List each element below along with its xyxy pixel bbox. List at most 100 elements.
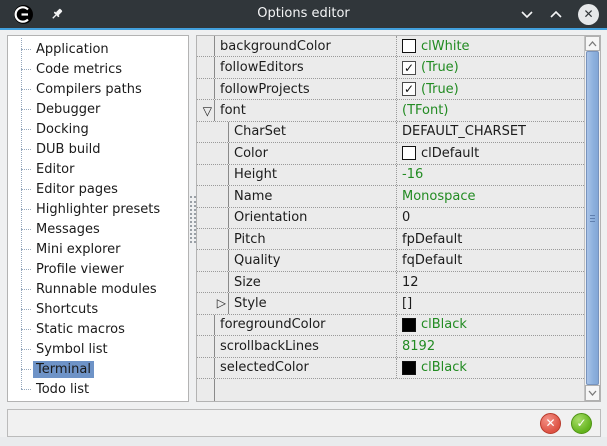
property-row-followProjects[interactable]: followProjects✓(True)	[197, 79, 584, 100]
sidebar-item-label: Highlighter presets	[33, 201, 163, 218]
sidebar-item-label: Static macros	[33, 321, 128, 338]
property-rows: backgroundColorclWhitefollowEditors✓(Tru…	[197, 36, 584, 379]
property-grid: backgroundColorclWhitefollowEditors✓(Tru…	[196, 35, 601, 402]
property-value[interactable]: ✓(True)	[396, 79, 584, 99]
property-value[interactable]: clDefault	[396, 143, 584, 163]
scroll-down-icon[interactable]	[585, 385, 600, 401]
property-value[interactable]: 12	[396, 272, 584, 292]
property-value[interactable]: (TFont)	[396, 100, 584, 120]
property-value[interactable]: []	[396, 293, 584, 313]
property-row-foregroundColor[interactable]: foregroundColorclBlack	[197, 315, 584, 336]
sidebar-item-application[interactable]: Application	[8, 39, 188, 59]
sidebar-item-editor-pages[interactable]: Editor pages	[8, 179, 188, 199]
cancel-button[interactable]: ✕	[540, 413, 561, 434]
category-panel: Application Code metricsCompilers pathsDe…	[7, 35, 189, 402]
row-gutter	[197, 229, 229, 249]
property-row-selectedColor[interactable]: selectedColorclBlack	[197, 358, 584, 379]
window-title: Options editor	[0, 6, 607, 21]
row-gutter	[197, 79, 215, 99]
sidebar-item-shortcuts[interactable]: Shortcuts	[8, 299, 188, 319]
property-label: Height	[229, 165, 396, 185]
sidebar-item-symbol-list[interactable]: Symbol list	[8, 339, 188, 359]
property-row-Name[interactable]: NameMonospace	[197, 186, 584, 207]
property-label: backgroundColor	[215, 36, 396, 56]
sidebar-item-editor[interactable]: Editor	[8, 159, 188, 179]
value-text: DEFAULT_CHARSET	[402, 124, 526, 139]
property-row-Orientation[interactable]: Orientation 0	[197, 208, 584, 229]
sidebar-item-label: Code metrics	[33, 61, 125, 78]
sidebar-item-mini-explorer[interactable]: Mini explorer	[8, 239, 188, 259]
sidebar-item-profile-viewer[interactable]: Profile viewer	[8, 259, 188, 279]
value-text: 0	[402, 210, 410, 225]
options-editor-window: Options editor ✕ Application Code metrics…	[0, 0, 607, 446]
collapse-triangle-icon[interactable]: ▽	[203, 105, 212, 117]
property-value[interactable]: 8192	[396, 336, 584, 356]
sidebar-item-dub-build[interactable]: DUB build	[8, 139, 188, 159]
property-value[interactable]: fpDefault	[396, 229, 584, 249]
expand-triangle-icon[interactable]: ▷	[217, 297, 226, 309]
property-value[interactable]: DEFAULT_CHARSET	[396, 122, 584, 142]
sidebar-item-highlighter-presets[interactable]: Highlighter presets	[8, 199, 188, 219]
checkbox-checked-icon[interactable]: ✓	[402, 82, 416, 96]
property-row-font[interactable]: ▽font(TFont)	[197, 100, 584, 121]
property-value[interactable]: 0	[396, 208, 584, 228]
maximize-chevron-up-icon[interactable]	[549, 10, 563, 19]
value-text: (True)	[421, 60, 459, 75]
property-value[interactable]: fqDefault	[396, 250, 584, 270]
sidebar-item-runnable-modules[interactable]: Runnable modules	[8, 279, 188, 299]
sidebar-item-debugger[interactable]: Debugger	[8, 99, 188, 119]
property-value[interactable]: clBlack	[396, 358, 584, 378]
property-row-Quality[interactable]: QualityfqDefault	[197, 250, 584, 271]
minimize-chevron-down-icon[interactable]	[520, 10, 534, 19]
row-gutter	[197, 336, 215, 356]
property-row-Height[interactable]: Height -16	[197, 165, 584, 186]
property-value[interactable]: ✓ (True)	[396, 57, 584, 77]
window-bottom-edge	[0, 437, 607, 446]
property-value[interactable]: clBlack	[396, 315, 584, 335]
property-row-Style[interactable]: ▷Style[]	[197, 293, 584, 314]
scrollbar-thumb[interactable]	[586, 51, 599, 385]
color-swatch[interactable]	[402, 318, 416, 332]
ok-button[interactable]: ✓	[571, 413, 592, 434]
sidebar-item-todo-list[interactable]: Todo list	[8, 379, 188, 399]
color-swatch[interactable]	[402, 146, 416, 160]
property-value[interactable]: clWhite	[396, 36, 584, 56]
sidebar-item-static-macros[interactable]: Static macros	[8, 319, 188, 339]
vertical-scrollbar[interactable]	[584, 36, 600, 401]
close-icon[interactable]: ✕	[578, 4, 599, 25]
property-row-Color[interactable]: ColorclDefault	[197, 143, 584, 164]
sidebar-item-label: Editor	[33, 161, 77, 178]
value-text: clWhite	[421, 39, 470, 54]
color-swatch[interactable]	[402, 361, 416, 375]
sidebar-item-messages[interactable]: Messages	[8, 219, 188, 239]
property-label: Size	[229, 272, 396, 292]
sidebar-item-label: Mini explorer	[33, 241, 124, 258]
row-gutter: ▷	[197, 293, 229, 313]
sidebar-item-docking[interactable]: Docking	[8, 119, 188, 139]
property-value[interactable]: Monospace	[396, 186, 584, 206]
property-row-backgroundColor[interactable]: backgroundColor clWhite	[197, 36, 584, 57]
property-value[interactable]: -16	[396, 165, 584, 185]
grid-empty-area	[197, 379, 584, 401]
row-gutter: ▽	[197, 100, 215, 120]
value-text: []	[402, 296, 412, 311]
property-row-CharSet[interactable]: CharSetDEFAULT_CHARSET	[197, 122, 584, 143]
property-row-Pitch[interactable]: PitchfpDefault	[197, 229, 584, 250]
property-label: selectedColor	[215, 358, 396, 378]
value-text: -16	[402, 167, 423, 182]
sidebar-item-code-metrics[interactable]: Code metrics	[8, 59, 188, 79]
value-text: fpDefault	[402, 232, 462, 247]
property-label: foregroundColor	[215, 315, 396, 335]
sidebar-item-compilers-paths[interactable]: Compilers paths	[8, 79, 188, 99]
checkbox-checked-icon[interactable]: ✓	[402, 61, 416, 75]
property-label: Orientation	[229, 208, 396, 228]
sidebar-item-terminal[interactable]: Terminal	[8, 359, 188, 379]
row-gutter	[197, 57, 215, 77]
scroll-up-icon[interactable]	[585, 36, 600, 51]
row-gutter	[197, 272, 229, 292]
property-row-scrollbackLines[interactable]: scrollbackLines8192	[197, 336, 584, 357]
property-row-Size[interactable]: Size12	[197, 272, 584, 293]
value-text: clDefault	[421, 146, 479, 161]
color-swatch[interactable]	[402, 39, 416, 53]
property-row-followEditors[interactable]: followEditors✓(True)	[197, 57, 584, 78]
